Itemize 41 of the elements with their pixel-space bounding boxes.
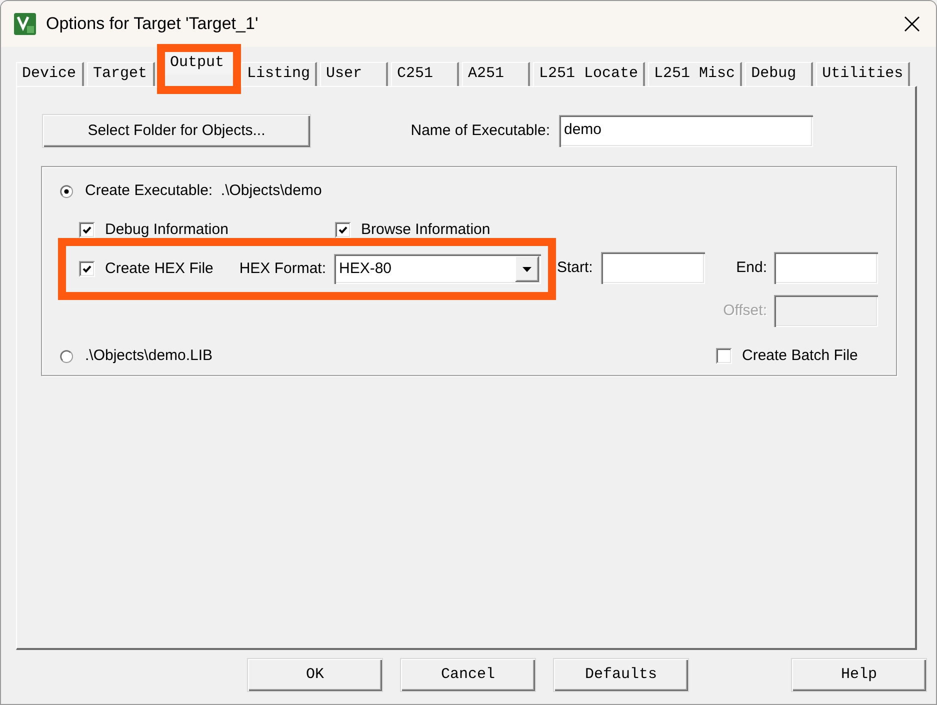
caret-icon[interactable]	[515, 256, 539, 282]
help-button[interactable]: Help	[791, 658, 927, 692]
tab[interactable]: L251 Misc	[648, 62, 742, 86]
end-field[interactable]	[774, 252, 878, 284]
app-logo-icon	[14, 13, 36, 35]
tab[interactable]: Utilities	[816, 62, 910, 86]
checkbox[interactable]	[79, 261, 95, 277]
tab[interactable]: A251	[462, 62, 530, 86]
tab[interactable]: Debug	[745, 62, 814, 86]
tab[interactable]: Listing	[241, 62, 318, 86]
checkbox-label: Browse Information	[361, 220, 490, 240]
field-label: Name of Executable:	[410, 121, 550, 141]
field-label: HEX Format:	[239, 259, 326, 279]
radio-button[interactable]	[60, 184, 73, 198]
tab[interactable]: Output	[165, 52, 233, 75]
name-field[interactable]: demo	[559, 115, 813, 147]
tab[interactable]: Device	[16, 62, 84, 86]
close-icon[interactable]	[904, 16, 920, 32]
window-title: Options for Target 'Target_1'	[46, 13, 258, 36]
select-folder-button[interactable]: Select Folder for Objects...	[42, 114, 311, 148]
field-label: Start:	[557, 258, 593, 278]
defaults-button[interactable]: Defaults	[553, 658, 689, 692]
checkbox[interactable]	[335, 222, 351, 238]
field-label: End:	[736, 258, 767, 278]
ok-button[interactable]: OK	[247, 658, 383, 692]
hex-format-dropdown[interactable]: HEX-80	[334, 254, 541, 284]
checkbox-label: Create Batch File	[742, 346, 858, 366]
tab[interactable]: User	[320, 62, 388, 86]
tab[interactable]: C251	[391, 62, 460, 86]
tab[interactable]: L251 Locate	[533, 62, 646, 86]
checkbox[interactable]	[716, 348, 732, 364]
radio-label: .\Objects\demo.LIB	[85, 346, 213, 366]
cancel-button[interactable]: Cancel	[400, 658, 536, 692]
field-label: Offset:	[723, 301, 767, 321]
checkbox[interactable]	[79, 222, 95, 238]
radio-button[interactable]	[60, 350, 73, 362]
radio-label: Create Executable: .\Objects\demo	[85, 181, 322, 201]
checkbox-label: Create HEX File	[105, 259, 214, 279]
tab[interactable]: Target	[87, 62, 155, 86]
checkbox-label: Debug Information	[105, 220, 228, 240]
start-field[interactable]	[600, 252, 705, 284]
